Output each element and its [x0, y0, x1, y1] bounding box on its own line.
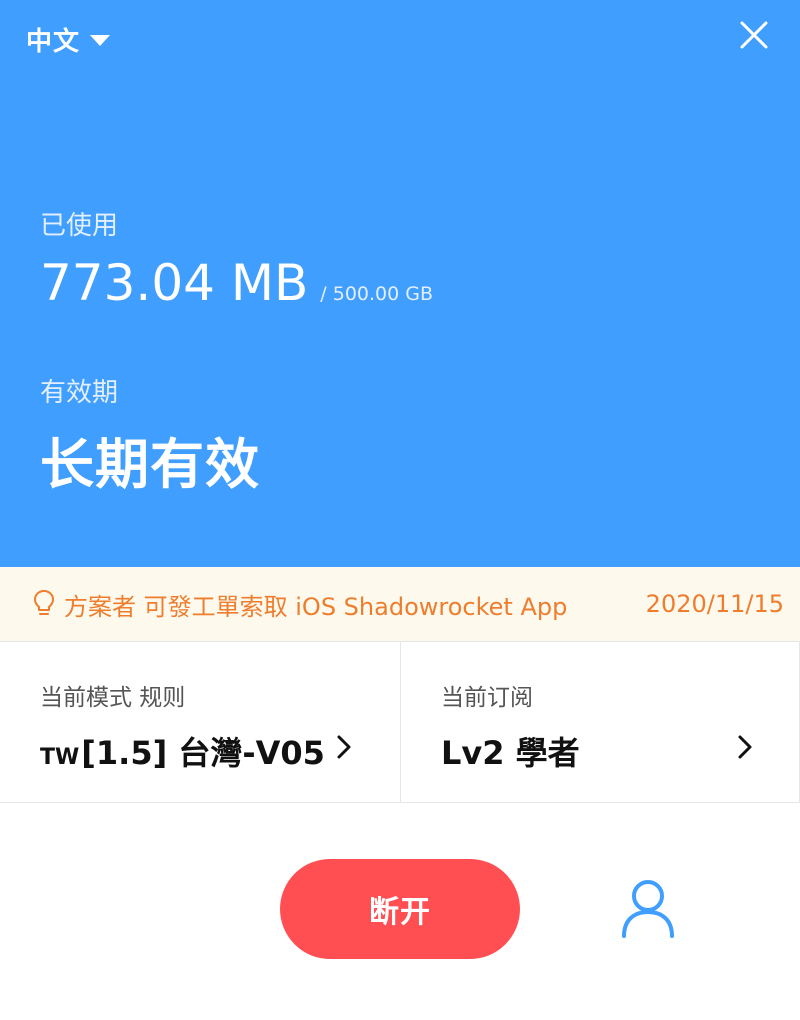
lightbulb-icon: [34, 590, 54, 615]
user-icon[interactable]: [620, 878, 676, 938]
app-window: 中文 已使用 773.04 MB / 500.00 GB 有效期 长期有效 方案…: [0, 0, 800, 1020]
current-subscription-label: 当前订阅: [441, 685, 533, 711]
chevron-right-icon: [738, 735, 752, 759]
notice-text: 方案者 可發工單索取 iOS Shadowrocket App: [64, 592, 568, 621]
current-mode-card[interactable]: 当前模式 规则 TW[1.5] 台灣-V05: [0, 642, 400, 802]
chevron-right-icon: [337, 735, 351, 759]
current-mode-label: 当前模式 规则: [40, 685, 186, 711]
validity-label: 有效期: [40, 378, 119, 408]
language-selector[interactable]: 中文: [26, 20, 111, 58]
used-amount: 773.04 MB: [40, 254, 309, 312]
subscription-plan: Lv2 學者: [441, 734, 580, 772]
validity-value: 长期有效: [40, 433, 260, 496]
info-cards: 当前模式 规则 TW[1.5] 台灣-V05 当前订阅 Lv2 學者: [0, 641, 800, 803]
current-subscription-card[interactable]: 当前订阅 Lv2 學者: [400, 642, 800, 802]
caret-down-icon: [90, 34, 111, 46]
usage-amount: 773.04 MB / 500.00 GB: [40, 254, 433, 312]
total-quota: / 500.00 GB: [320, 283, 434, 305]
disconnect-button[interactable]: 断开: [280, 859, 520, 959]
notice-bar[interactable]: 方案者 可發工單索取 iOS Shadowrocket App 2020/11/…: [0, 567, 800, 641]
node-region-prefix: TW: [40, 745, 80, 770]
close-icon[interactable]: [734, 17, 774, 57]
language-label: 中文: [26, 26, 81, 57]
node-name: [1.5] 台灣-V05: [81, 734, 325, 772]
current-node: TW[1.5] 台灣-V05: [40, 728, 325, 774]
usage-header: 中文 已使用 773.04 MB / 500.00 GB 有效期 长期有效: [0, 0, 800, 567]
used-label: 已使用: [40, 211, 119, 241]
notice-date: 2020/11/15: [645, 590, 784, 618]
